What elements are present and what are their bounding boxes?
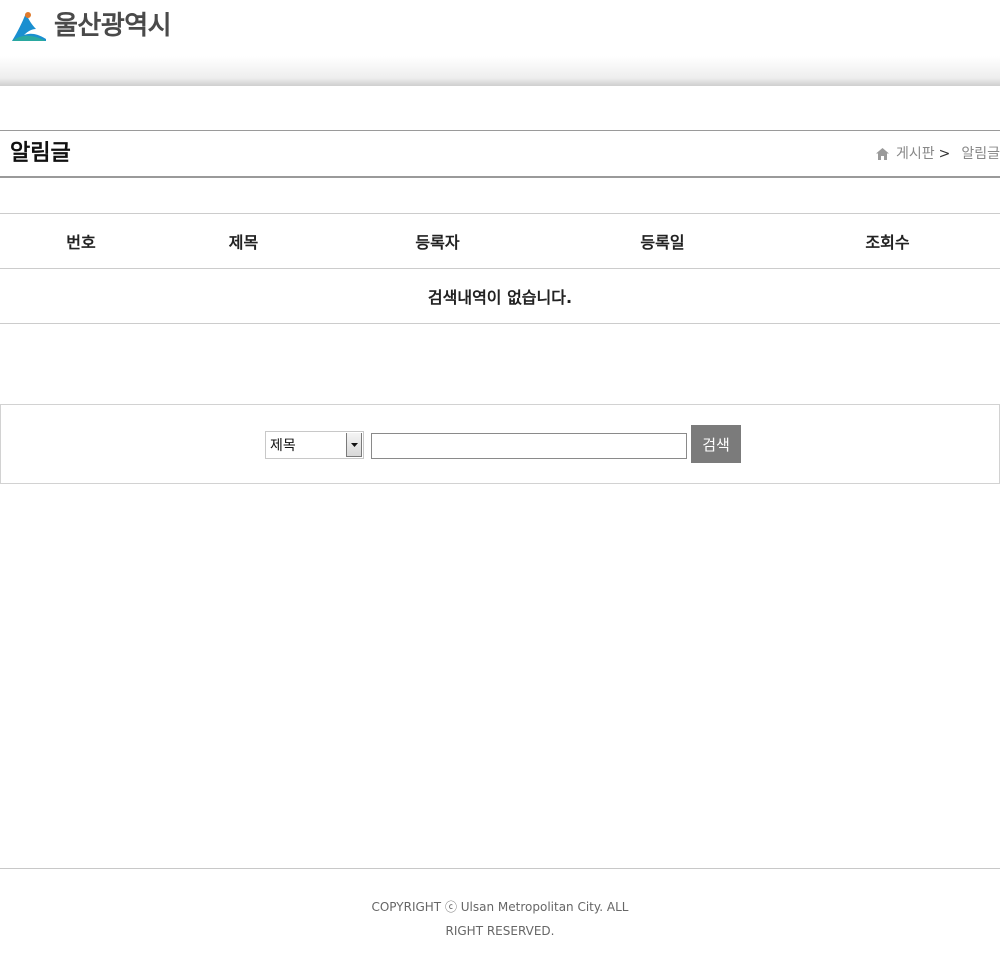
search-button[interactable]: 검색 <box>691 425 741 463</box>
logo-text: 울산광역시 <box>54 11 172 41</box>
table-header-row: 번호 제목 등록자 등록일 조회수 <box>0 213 1000 269</box>
breadcrumb: 게시판 > 알림글 <box>875 144 1000 164</box>
table-row: 검색내역이 없습니다. <box>0 268 1000 324</box>
ulsan-logo-icon <box>12 12 46 41</box>
search-input[interactable] <box>371 433 687 459</box>
logo[interactable]: 울산광역시 <box>10 8 172 44</box>
title-bar: 알림글 게시판 > 알림글 <box>0 130 1000 178</box>
search-field-selected: 제목 <box>270 438 296 454</box>
search-field-select[interactable]: 제목 <box>265 431 364 459</box>
breadcrumb-separator: > <box>938 146 951 162</box>
column-header-title: 제목 <box>162 213 325 269</box>
site-header: 울산광역시 <box>0 0 1000 86</box>
site-footer: COPYRIGHT ⓒ Ulsan Metropolitan City. ALL… <box>0 868 1000 969</box>
column-header-author: 등록자 <box>325 213 550 269</box>
breadcrumb-item-board[interactable]: 게시판 <box>896 144 935 164</box>
search-box: 제목 검색 <box>0 404 1000 484</box>
dropdown-arrow-icon[interactable] <box>346 433 362 457</box>
home-icon[interactable] <box>875 148 889 160</box>
page-title: 알림글 <box>10 141 71 166</box>
empty-message: 검색내역이 없습니다. <box>0 268 1000 324</box>
copyright-text: COPYRIGHT ⓒ Ulsan Metropolitan City. ALL… <box>371 900 629 938</box>
column-header-views: 조회수 <box>775 213 1000 269</box>
column-header-date: 등록일 <box>550 213 775 269</box>
breadcrumb-item-current: 알림글 <box>961 146 1000 162</box>
board-table: 번호 제목 등록자 등록일 조회수 검색내역이 없습니다. <box>0 213 1000 324</box>
column-header-number: 번호 <box>0 213 162 269</box>
